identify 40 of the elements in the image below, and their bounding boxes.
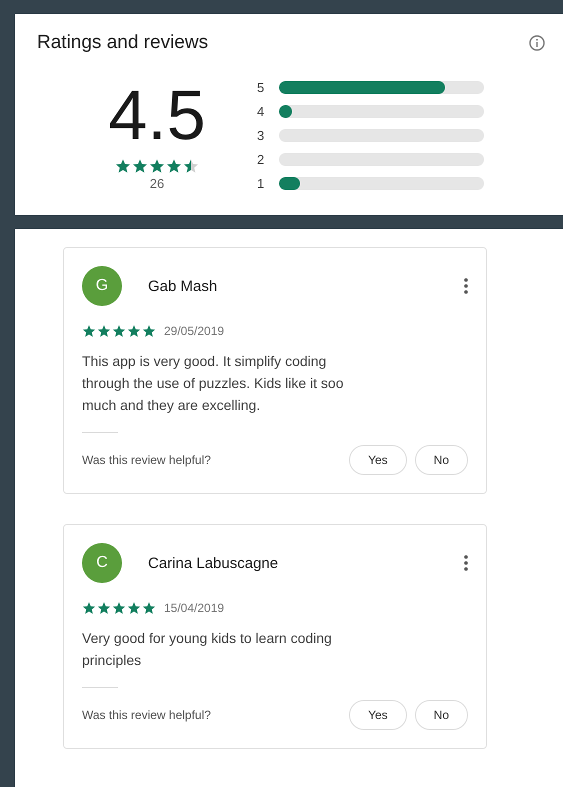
star-level-label: 2 <box>257 152 265 167</box>
review-text: This app is very good. It simplify coding through the use of puzzles. Kids like it soo much and they are excelling. <box>82 352 344 415</box>
star-level-label: 4 <box>257 104 265 119</box>
star-icon <box>149 158 165 174</box>
star-level-label: 1 <box>257 176 265 191</box>
review-date: 15/04/2019 <box>164 601 224 615</box>
star-icon <box>97 601 111 615</box>
star-icon <box>183 158 199 174</box>
review-date: 29/05/2019 <box>164 324 224 338</box>
star-level-label: 3 <box>257 128 265 143</box>
star-icon <box>115 158 131 174</box>
info-icon[interactable] <box>529 35 545 51</box>
star-icon <box>82 324 96 338</box>
star-icon <box>142 324 156 338</box>
star-icon <box>166 158 182 174</box>
feedback-button[interactable]: No <box>414 700 468 730</box>
rating-count: 26 <box>150 176 164 191</box>
star-icon <box>82 601 96 615</box>
more-options-icon[interactable] <box>464 278 468 294</box>
star-icon <box>97 324 111 338</box>
star-icon <box>127 324 141 338</box>
helpful-question: Was this review helpful? <box>82 708 211 722</box>
star-icon <box>127 601 141 615</box>
helpful-question: Was this review helpful? <box>82 453 211 467</box>
review-text: Very good for young kids to learn coding principles <box>82 629 333 670</box>
feedback-button[interactable]: No <box>414 445 468 475</box>
star-icon <box>112 324 126 338</box>
star-icon <box>112 601 126 615</box>
star-level-label: 5 <box>257 80 265 95</box>
feedback-button[interactable]: Yes <box>349 445 407 475</box>
avatar: C <box>82 543 122 583</box>
section-title: Ratings and reviews <box>37 32 208 54</box>
reviewer-name: Gab Mash <box>148 278 218 294</box>
star-icon <box>142 601 156 615</box>
feedback-button[interactable]: Yes <box>349 700 407 730</box>
more-options-icon[interactable] <box>464 555 468 571</box>
reviewer-name: Carina Labuscagne <box>148 554 280 572</box>
star-icon <box>132 158 148 174</box>
avatar: G <box>82 266 122 306</box>
average-rating: 4.5 <box>108 80 206 150</box>
